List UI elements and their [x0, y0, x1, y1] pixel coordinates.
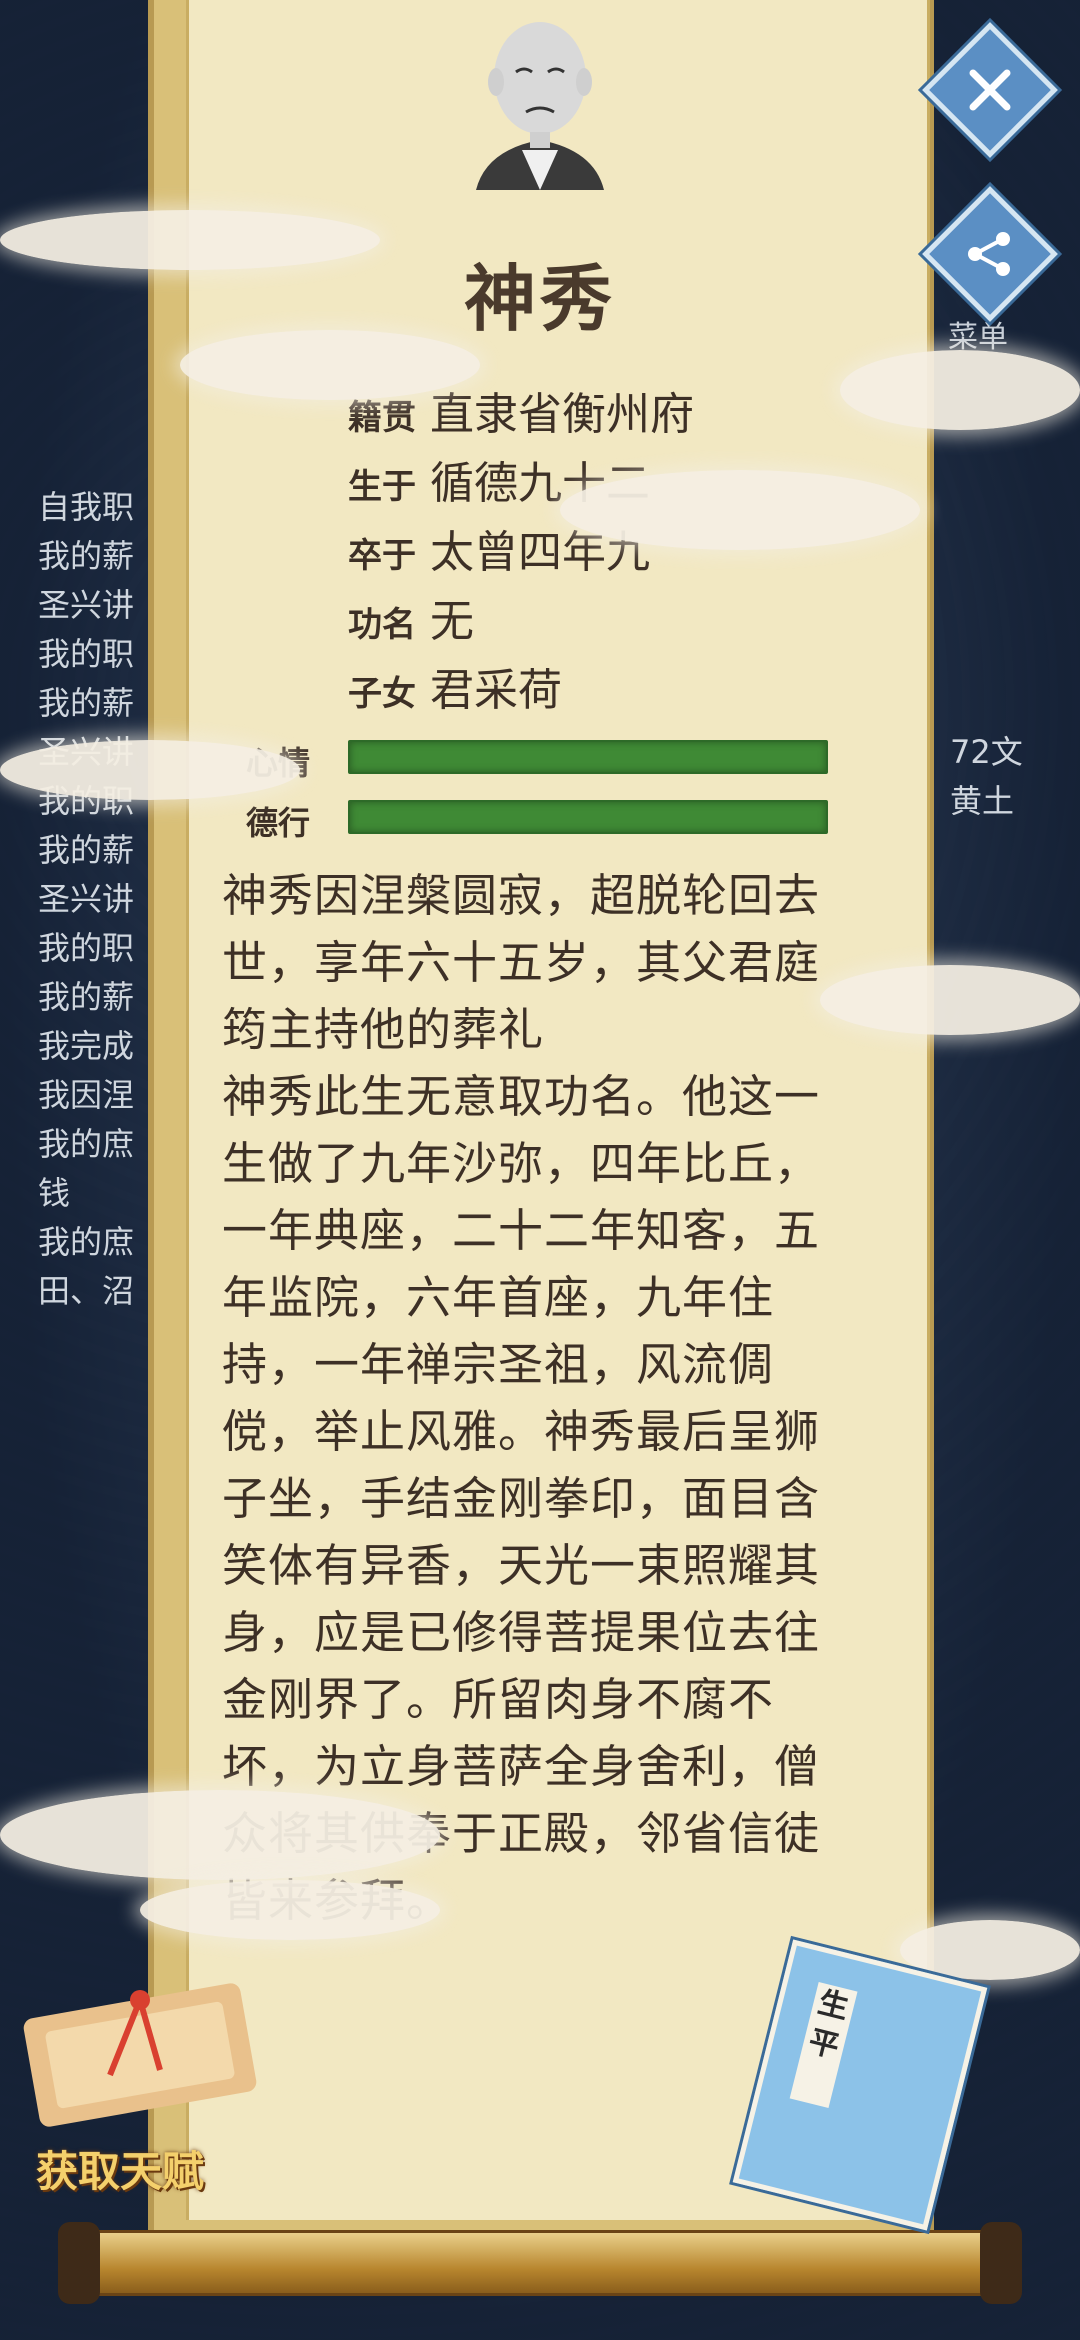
scroll-rod	[68, 2230, 1008, 2296]
cloud-decoration	[840, 350, 1080, 430]
scroll-rod-cap	[980, 2222, 1022, 2304]
event-log-line: 我的庶	[38, 1223, 135, 1261]
get-talent-button[interactable]: 获取天赋	[36, 2138, 204, 2199]
share-icon	[968, 232, 1010, 276]
event-log-line: 自我职	[38, 488, 135, 526]
character-avatar	[476, 22, 604, 190]
event-log-right-1: 72文	[950, 733, 1023, 771]
event-log-line: 钱	[38, 1174, 71, 1212]
cloud-decoration	[560, 470, 920, 550]
cloud-decoration	[0, 740, 300, 800]
event-log-line: 我的薪	[38, 537, 135, 575]
biography-text: 神秀因涅槃圆寂，超脱轮回去世，享年六十五岁，其父君庭筠主持他的葬礼 神秀此生无意取…	[222, 862, 862, 1934]
event-log-line: 我的职	[38, 635, 135, 673]
biography-paragraph: 神秀因涅槃圆寂，超脱轮回去世，享年六十五岁，其父君庭筠主持他的葬礼	[222, 869, 821, 1056]
cloud-decoration	[900, 1920, 1080, 1980]
cloud-decoration	[820, 965, 1080, 1035]
event-log-line: 我的薪	[38, 978, 135, 1016]
cloud-decoration	[0, 210, 380, 270]
field-row-children: 子女 君采荷	[348, 654, 562, 718]
event-log-line: 我的薪	[38, 831, 135, 869]
event-log-line: 田、沼	[38, 1272, 135, 1310]
event-log-line: 我完成	[38, 1027, 135, 1065]
field-value: 君采荷	[430, 665, 562, 716]
cloud-decoration	[140, 1880, 440, 1940]
scroll-rod-cap	[58, 2222, 100, 2304]
field-row-rank: 功名无	[348, 585, 474, 649]
field-key: 功名	[348, 605, 416, 645]
virtue-meter	[348, 800, 828, 834]
event-log-line: 我的薪	[38, 684, 135, 722]
event-log-line: 圣兴讲	[38, 586, 135, 624]
cloud-decoration	[180, 330, 480, 400]
close-icon	[969, 69, 1011, 111]
event-log-right-2: 黄土	[950, 782, 1015, 820]
virtue-label: 德行	[246, 804, 311, 842]
field-value: 直隶省衡州府	[430, 389, 694, 440]
field-key: 卒于	[348, 536, 416, 576]
field-key: 籍贯	[348, 398, 416, 438]
field-key: 子女	[348, 674, 416, 714]
field-key: 生于	[348, 467, 416, 507]
event-log-line: 我的庶	[38, 1125, 135, 1163]
event-log-line: 我的职	[38, 929, 135, 967]
field-value: 无	[430, 596, 474, 647]
event-log-line: 我因涅	[38, 1076, 135, 1114]
mood-meter	[348, 740, 828, 774]
life-book-title: 生平	[789, 1981, 858, 2109]
talent-scroll-icon[interactable]	[10, 1960, 270, 2130]
event-log-line: 圣兴讲	[38, 880, 135, 918]
event-log: 自我职我的薪圣兴讲我的职我的薪圣兴讲我的职我的薪圣兴讲我的职我的薪我完成我因涅我…	[38, 385, 1023, 1463]
cloud-decoration	[0, 1790, 440, 1880]
